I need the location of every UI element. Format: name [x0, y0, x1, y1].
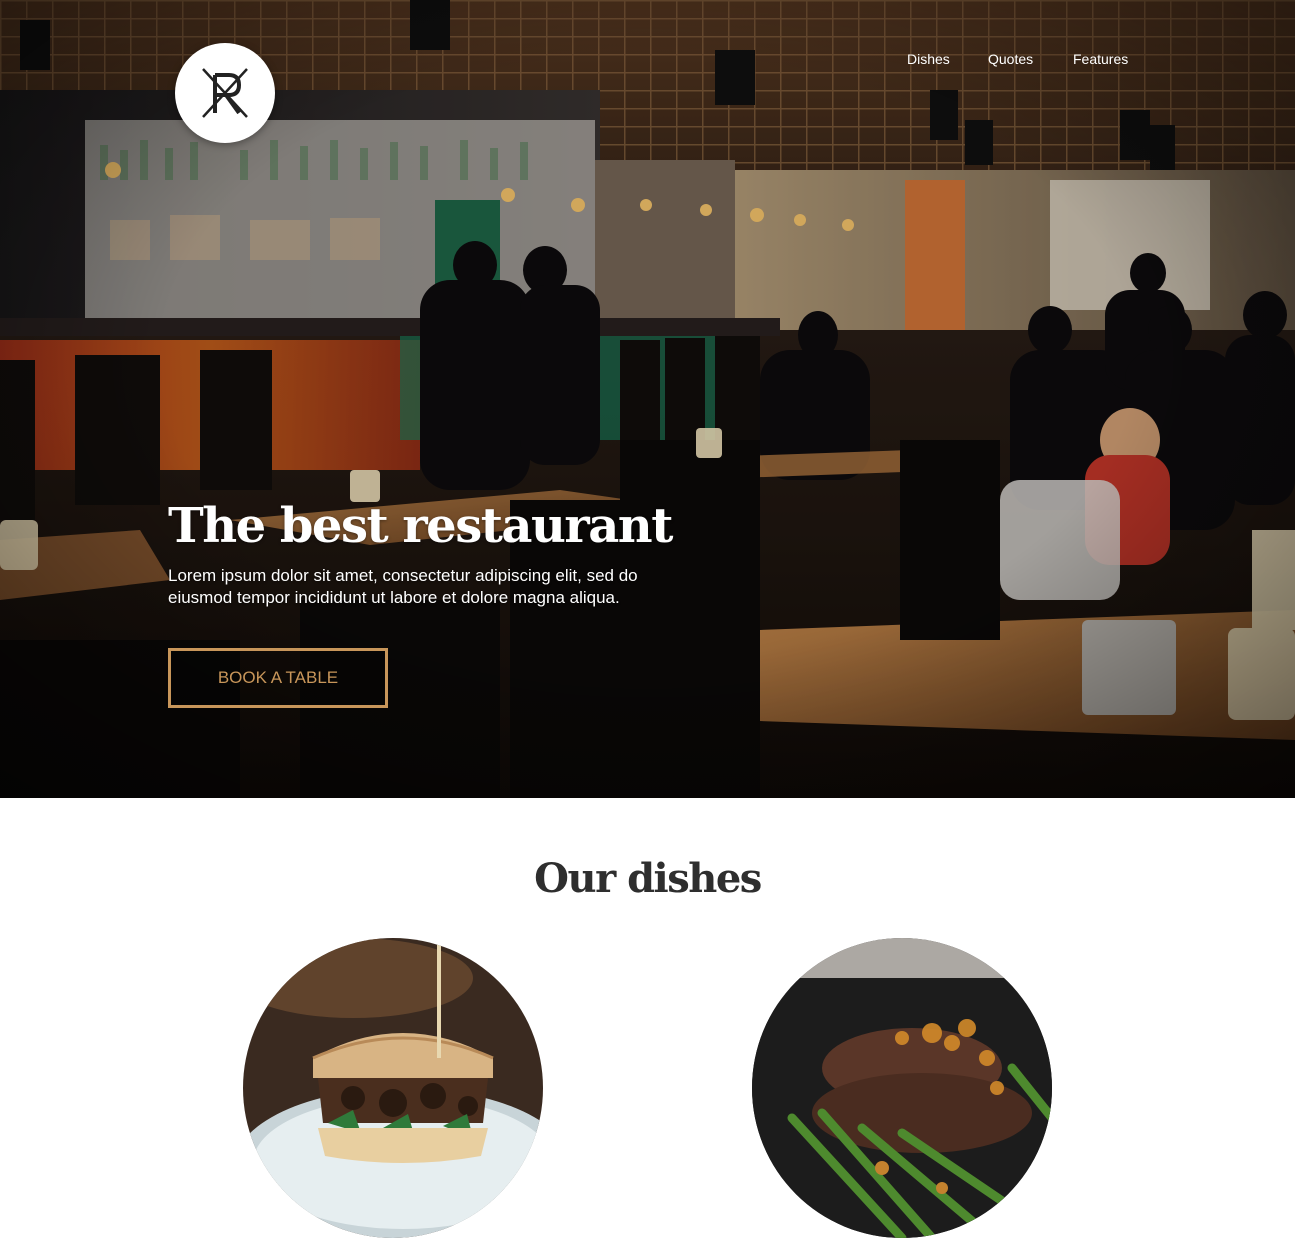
book-a-table-button[interactable]: BOOK A TABLE — [168, 648, 388, 708]
dishes-section-title: Our dishes — [534, 855, 762, 902]
hero-title: The best restaurant — [168, 498, 673, 554]
hero-description: Lorem ipsum dolor sit amet, consectetur … — [168, 566, 638, 607]
dish-card-steak[interactable] — [752, 938, 1052, 1238]
steak-with-asparagus-photo — [752, 938, 1052, 1238]
restaurant-r-logo-icon — [202, 68, 248, 118]
nav-link-features[interactable]: Features — [1073, 51, 1128, 67]
main-nav: Dishes Quotes Features — [0, 51, 1295, 71]
dish-card-burger[interactable] — [243, 938, 543, 1238]
hero-section: Dishes Quotes Features The best restaura… — [0, 0, 1295, 798]
burger-photo — [243, 938, 543, 1238]
nav-link-dishes[interactable]: Dishes — [907, 51, 950, 67]
nav-link-quotes[interactable]: Quotes — [988, 51, 1033, 67]
